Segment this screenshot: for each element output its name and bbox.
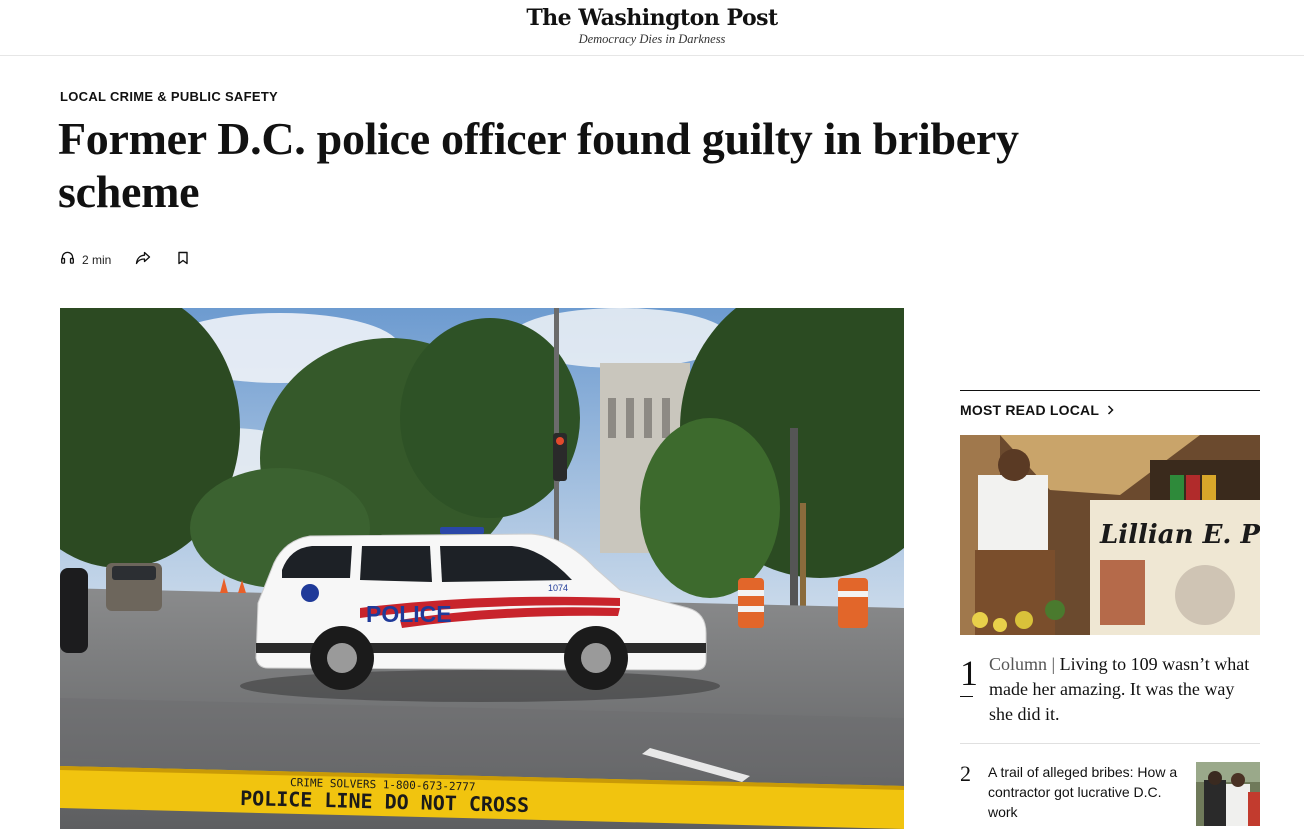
car-police-text: POLICE: [366, 601, 452, 627]
car-unit-number: 1074: [548, 583, 568, 593]
column-separator: |: [1051, 654, 1056, 674]
most-read-heading: MOST READ LOCAL: [960, 402, 1100, 418]
listen-button[interactable]: 2 min: [60, 250, 111, 270]
rank-number: 2: [960, 761, 971, 786]
divider: [960, 743, 1260, 744]
lead-photo: POLICE 1074 POLICE LINE DO NOT CROSS CRI…: [60, 308, 904, 829]
banner-name-text: Lillian E. Ph: [1099, 520, 1260, 550]
most-read-title-2: A trail of alleged bribes: How a contrac…: [988, 764, 1178, 820]
article-actions: 2 min: [60, 250, 189, 270]
most-read-image[interactable]: Lillian E. Ph: [960, 435, 1260, 635]
save-button[interactable]: [177, 251, 189, 270]
section-kicker-link[interactable]: LOCAL CRIME & PUBLIC SAFETY: [60, 89, 278, 104]
most-read-local: MOST READ LOCAL Lillian E. Ph: [960, 390, 1260, 826]
most-read-item-1[interactable]: 1 Column | Living to 109 wasn’t what mad…: [960, 652, 1260, 727]
rank-number: 1: [960, 654, 989, 729]
masthead: The Washington Post Democracy Dies in Da…: [0, 0, 1304, 56]
chevron-right-icon: [1107, 402, 1114, 418]
listen-duration: 2 min: [82, 253, 112, 267]
headphones-icon: [60, 250, 75, 270]
most-read-heading-link[interactable]: MOST READ LOCAL: [960, 402, 1260, 418]
washington-post-logo[interactable]: The Washington Post: [0, 5, 1304, 31]
share-icon: [135, 251, 151, 270]
tagline: Democracy Dies in Darkness: [578, 32, 726, 46]
most-read-item-2[interactable]: 2 A trail of alleged bribes: How a contr…: [960, 762, 1260, 826]
most-read-title-1: Column | Living to 109 wasn’t what made …: [989, 652, 1259, 727]
bookmark-icon: [177, 251, 189, 270]
most-read-thumbnail: [1196, 762, 1260, 826]
article-headline: Former D.C. police officer found guilty …: [58, 113, 1019, 217]
column-label: Column: [989, 654, 1048, 674]
share-button[interactable]: [135, 251, 151, 270]
